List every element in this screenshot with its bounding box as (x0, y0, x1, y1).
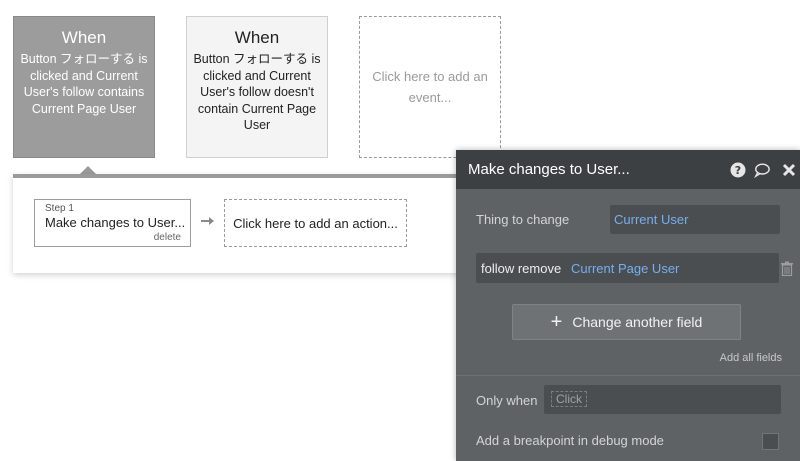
breakpoint-checkbox[interactable] (762, 433, 779, 450)
section-divider (456, 375, 800, 376)
help-icon[interactable]: ? (730, 162, 746, 178)
event-card-follow-contains[interactable]: When Button フォローする is clicked and Curren… (13, 16, 155, 158)
add-action-placeholder[interactable]: Click here to add an action... (224, 199, 407, 247)
comment-icon[interactable] (754, 162, 770, 178)
event-when-label: When (61, 28, 107, 47)
event-when-label: When (234, 28, 280, 47)
add-all-fields-link[interactable]: Add all fields (720, 352, 782, 364)
thing-to-change-value: Current User (614, 212, 689, 227)
action-properties-panel: Make changes to User... ? Thing to chang… (456, 150, 800, 461)
trash-icon[interactable] (780, 261, 794, 276)
panel-header: Make changes to User... ? (456, 150, 800, 189)
step-card[interactable]: Step 1 Make changes to User... delete (34, 199, 191, 247)
arrow-right-icon (201, 217, 214, 225)
event-description: Button フォローする is clicked and Current Use… (20, 52, 148, 116)
event-description: Button フォローする is clicked and Current Use… (193, 52, 321, 132)
only-when-label: Only when (476, 393, 538, 408)
field-change-row[interactable]: follow remove Current Page User (476, 253, 779, 283)
add-event-text: Click here to add an event... (372, 69, 488, 105)
selected-event-pointer (80, 166, 96, 174)
add-event-placeholder[interactable]: Click here to add an event... (359, 16, 501, 158)
event-card-follow-not-contains[interactable]: When Button フォローする is clicked and Curren… (186, 16, 328, 158)
close-icon[interactable] (781, 162, 797, 178)
change-another-field-button[interactable]: + Change another field (512, 304, 741, 340)
step-title: Make changes to User... (45, 215, 186, 230)
plus-icon: + (550, 311, 563, 333)
workflow-steps-panel: Step 1 Make changes to User... delete Cl… (13, 174, 473, 273)
svg-text:?: ? (735, 164, 741, 177)
delete-step-link[interactable]: delete (154, 232, 181, 243)
only-when-field[interactable]: Click (544, 385, 781, 414)
breakpoint-label: Add a breakpoint in debug mode (476, 433, 664, 448)
thing-to-change-label: Thing to change (476, 212, 570, 227)
step-number-label: Step 1 (45, 203, 74, 214)
field-name: follow remove (481, 261, 562, 276)
change-another-field-label: Change another field (572, 314, 703, 330)
thing-to-change-field[interactable]: Current User (610, 205, 780, 234)
panel-title: Make changes to User... (468, 161, 630, 178)
only-when-placeholder: Click (551, 391, 587, 407)
field-value: Current Page User (571, 261, 680, 276)
